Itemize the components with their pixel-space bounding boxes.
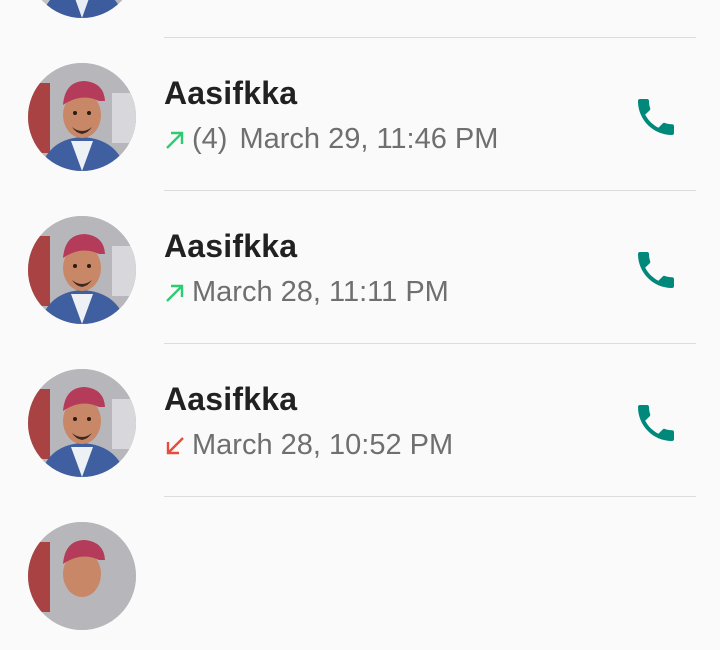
call-log-item[interactable]: Aasifkka March 28, 11:11 PM [0, 191, 720, 344]
call-details: (4) March 29, 11:46 PM [164, 123, 498, 156]
contact-name: Aasifkka [164, 381, 298, 417]
contact-name: Aasifkka [164, 75, 298, 111]
avatar[interactable] [28, 0, 136, 18]
avatar[interactable] [28, 216, 136, 324]
avatar[interactable] [28, 63, 136, 171]
phone-icon [638, 99, 674, 135]
phone-icon [638, 252, 674, 288]
call-details: March 28, 11:11 PM [164, 276, 449, 309]
call-button[interactable] [632, 246, 680, 294]
phone-icon [638, 405, 674, 441]
call-timestamp: March 29, 11:46 PM [239, 123, 499, 155]
call-details: March 28, 10:52 PM [164, 429, 453, 462]
call-timestamp: March 28, 10:52 PM [192, 429, 454, 461]
call-log-item[interactable]: Aasifkka (4) March 29, 11:46 PM [0, 38, 720, 191]
outgoing-call-arrow-icon [164, 129, 186, 151]
call-count: (4) [192, 123, 228, 155]
avatar[interactable] [28, 522, 136, 630]
call-button[interactable] [632, 399, 680, 447]
call-button[interactable] [632, 93, 680, 141]
missed-call-arrow-icon [164, 435, 186, 457]
contact-name: Aasifkka [164, 228, 298, 264]
call-log-item[interactable]: Aasifkka March 28, 10:52 PM [0, 344, 720, 497]
call-log-list: Aasifkka (4) March 29, 11:46 PM Aasifkka… [0, 0, 720, 650]
avatar[interactable] [28, 369, 136, 477]
outgoing-call-arrow-icon [164, 282, 186, 304]
call-log-item[interactable] [0, 497, 720, 650]
call-log-item[interactable] [0, 0, 720, 38]
call-timestamp: March 28, 11:11 PM [192, 276, 449, 308]
